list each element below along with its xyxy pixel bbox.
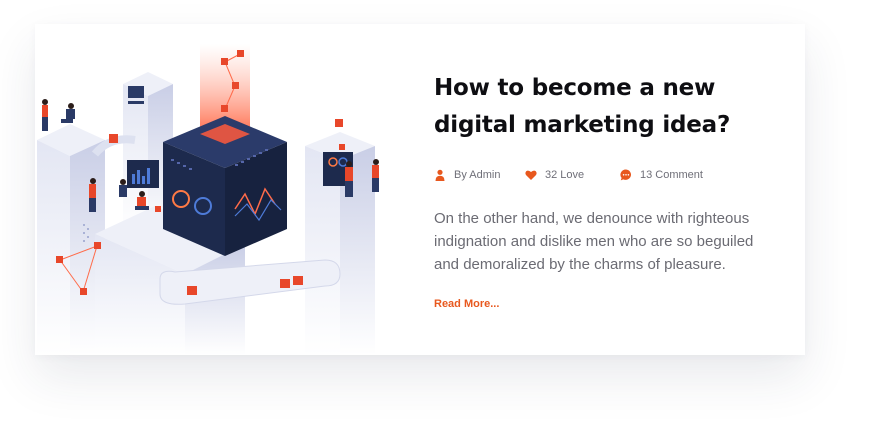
love-count: 32 Love (545, 169, 585, 181)
post-excerpt: On the other hand, we denounce with righ… (434, 210, 754, 273)
post-thumbnail[interactable] (35, 24, 405, 355)
post-title[interactable]: How to become a new digital marketing id… (434, 70, 774, 144)
blog-post-card: How to become a new digital marketing id… (35, 24, 805, 355)
post-meta: By Admin 32 Love 13 Comment (434, 166, 785, 184)
post-content: How to become a new digital marketing id… (405, 24, 805, 355)
comment-count: 13 Comment (640, 169, 703, 181)
post-comments[interactable]: 13 Comment (620, 169, 703, 181)
post-love[interactable]: 32 Love (525, 169, 620, 181)
read-more-link[interactable]: Read More... (434, 298, 499, 310)
comment-icon (620, 169, 632, 181)
post-author[interactable]: By Admin (434, 169, 525, 181)
heart-icon (525, 169, 537, 181)
author-label: By Admin (454, 169, 501, 181)
isometric-data-center-illustration (37, 44, 379, 355)
user-icon (434, 169, 446, 181)
